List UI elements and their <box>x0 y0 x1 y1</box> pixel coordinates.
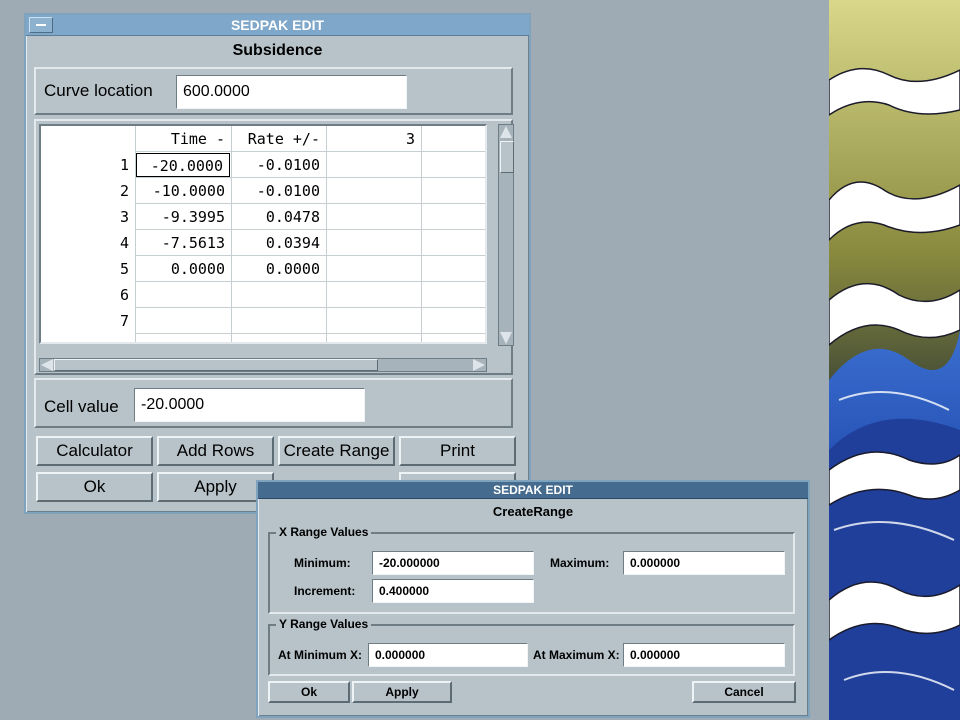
table-cell[interactable]: -7.5613 <box>135 230 231 256</box>
row-number: 2 <box>119 182 129 200</box>
create-range-button[interactable]: Create Range <box>278 436 395 466</box>
create-range-dialog: SEDPAK EDIT CreateRange X Range Values M… <box>256 480 810 718</box>
calculator-button[interactable]: Calculator <box>36 436 153 466</box>
column-header-3: 3 <box>405 130 415 148</box>
row-number: 3 <box>119 208 129 226</box>
column-header-rate: Rate +/- <box>247 130 320 148</box>
at-maximum-x-label: At Maximum X: <box>533 648 620 662</box>
row-number: 5 <box>119 260 129 278</box>
dialog-title: SEDPAK EDIT <box>493 483 573 497</box>
table-cell[interactable]: 0.0000 <box>135 256 231 282</box>
minimum-input[interactable]: -20.000000 <box>372 551 534 575</box>
maximum-label: Maximum: <box>550 556 610 570</box>
row-number: 1 <box>119 156 129 174</box>
at-minimum-x-input[interactable]: 0.000000 <box>368 643 528 667</box>
table-cell[interactable]: 0.0478 <box>231 204 326 230</box>
row-number: 7 <box>119 312 129 330</box>
cell-value-label: Cell value <box>44 397 119 416</box>
scrollbar-thumb[interactable] <box>54 359 378 371</box>
curve-location-label: Curve location <box>44 81 153 100</box>
table-cell[interactable]: -0.0100 <box>231 152 326 178</box>
subsidence-heading: Subsidence <box>232 42 323 59</box>
scroll-right-icon[interactable] <box>473 359 485 371</box>
minimum-label: Minimum: <box>294 556 351 570</box>
decorative-wave-artwork <box>829 0 960 720</box>
table-cell[interactable]: -9.3995 <box>135 204 231 230</box>
window-titlebar[interactable]: SEDPAK EDIT <box>26 15 529 36</box>
table-cell[interactable]: 0.0394 <box>231 230 326 256</box>
y-range-group-label: Y Range Values <box>276 617 372 631</box>
scroll-up-icon[interactable] <box>500 126 512 138</box>
column-header-time: Time - <box>170 130 225 148</box>
curve-location-input[interactable]: 600.0000 <box>176 75 407 109</box>
table-cell[interactable]: 0.0000 <box>231 256 326 282</box>
cell-value-input[interactable]: -20.0000 <box>134 388 365 422</box>
dialog-cancel-button[interactable]: Cancel <box>692 681 796 703</box>
row-number: 4 <box>119 234 129 252</box>
window-title: SEDPAK EDIT <box>230 17 325 33</box>
print-button[interactable]: Print <box>399 436 516 466</box>
table-cell[interactable]: -10.0000 <box>135 178 231 204</box>
vertical-scrollbar[interactable] <box>498 124 514 346</box>
dialog-apply-button[interactable]: Apply <box>352 681 452 703</box>
scroll-down-icon[interactable] <box>500 332 512 344</box>
dialog-ok-button[interactable]: Ok <box>268 681 350 703</box>
horizontal-scrollbar[interactable] <box>39 358 487 372</box>
ok-button[interactable]: Ok <box>36 472 153 502</box>
at-maximum-x-input[interactable]: 0.000000 <box>623 643 785 667</box>
x-range-group-label: X Range Values <box>276 525 372 539</box>
row-number: 6 <box>119 286 129 304</box>
scrollbar-thumb[interactable] <box>500 141 514 173</box>
add-rows-button[interactable]: Add Rows <box>157 436 274 466</box>
maximum-input[interactable]: 0.000000 <box>623 551 785 575</box>
subsidence-window: SEDPAK EDIT Subsidence Curve location 60… <box>24 13 531 514</box>
table-cell[interactable]: -0.0100 <box>231 178 326 204</box>
table-cell[interactable]: -20.0000 <box>136 153 230 177</box>
window-menu-icon[interactable] <box>29 17 53 33</box>
increment-label: Increment: <box>294 584 356 598</box>
data-table: Time - Rate +/- 3 1 -20.0000 -0.0100 2 -… <box>39 124 487 344</box>
dialog-heading: CreateRange <box>492 504 574 519</box>
dialog-titlebar[interactable]: SEDPAK EDIT <box>258 482 808 499</box>
at-minimum-x-label: At Minimum X: <box>278 648 362 662</box>
scroll-left-icon[interactable] <box>41 359 53 371</box>
increment-input[interactable]: 0.400000 <box>372 579 534 603</box>
